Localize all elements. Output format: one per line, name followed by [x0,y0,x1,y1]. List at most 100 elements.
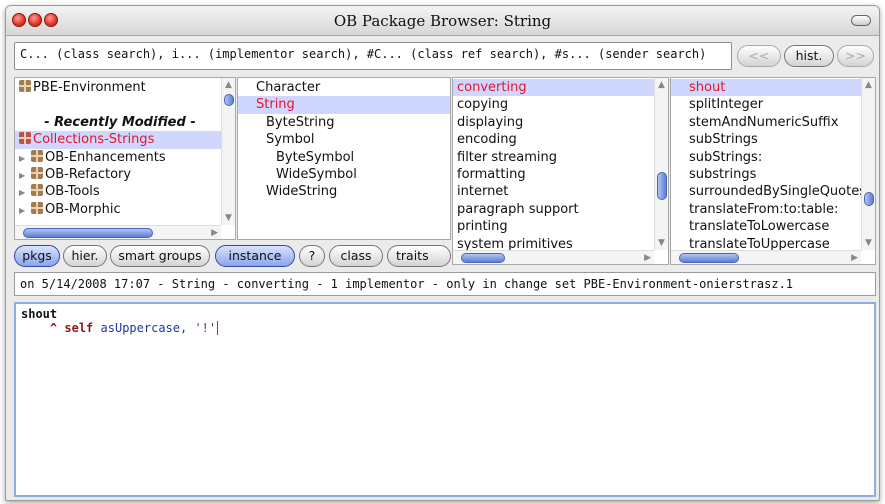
scroll-up-icon[interactable]: ▲ [225,80,232,90]
scroll-thumb[interactable] [23,228,153,238]
list-item[interactable]: Character [238,79,450,96]
package-label: OB-Tools [45,184,100,200]
package-icon [31,201,43,214]
scroll-thumb[interactable] [461,253,505,263]
list-item[interactable]: substrings [671,166,861,183]
instance-button[interactable]: instance [215,245,295,267]
package-vertical-scrollbar[interactable]: ▲ ▼ [221,78,235,225]
list-item-blank [15,96,221,113]
package-icon [31,149,43,162]
history-button[interactable]: hist. [784,45,834,67]
package-horizontal-scrollbar[interactable]: ▶ [15,225,221,239]
scroll-thumb[interactable] [224,94,234,106]
method-horizontal-scrollbar[interactable]: ▶ [671,250,861,264]
list-item[interactable]: formatting [453,166,654,183]
list-item-selected[interactable]: String [238,96,450,114]
list-item-selected[interactable]: shout [671,79,861,97]
list-item[interactable]: surroundedBySingleQuotes [671,183,861,200]
scroll-down-icon[interactable]: ▼ [225,213,232,223]
package-pane[interactable]: PBE-Environment - Recently Modified - Co… [14,77,236,240]
self-keyword: self [64,321,94,335]
package-icon [19,80,31,92]
list-item[interactable]: copying [453,96,654,113]
package-label: OB-Morphic [45,201,121,217]
list-item[interactable]: splitInteger [671,96,861,113]
code-editor[interactable]: shout ^ self asUppercase, '!' [14,302,876,497]
history-back-button[interactable]: << [737,45,781,67]
list-item[interactable]: ByteSymbol [238,149,450,166]
list-item[interactable]: paragraph support [453,201,654,218]
package-icon [31,166,43,179]
list-item[interactable]: encoding [453,131,654,148]
recently-modified-header: - Recently Modified - [44,114,196,130]
list-item[interactable]: WideSymbol [238,166,450,183]
scroll-thumb[interactable] [679,253,739,263]
expand-triangle-icon[interactable]: ▶ [19,167,31,183]
hierarchy-button[interactable]: hier. [63,245,107,267]
scroll-up-icon[interactable]: ▲ [865,80,872,90]
list-item[interactable]: ▶ OB-Refactory [15,166,221,183]
collapse-window-icon[interactable] [851,15,871,26]
list-item[interactable]: ▶ OB-Tools [15,183,221,200]
list-item[interactable]: ▶ OB-Morphic [15,201,221,218]
package-list: PBE-Environment - Recently Modified - Co… [15,79,221,218]
list-item[interactable]: ▶ OB-Enhancements [15,149,221,166]
status-bar: on 5/14/2008 17:07 - String - converting… [14,272,876,296]
list-item[interactable]: Symbol [238,131,450,148]
package-label: PBE-Environment [33,80,146,95]
list-item[interactable]: displaying [453,114,654,131]
scroll-thumb[interactable] [657,172,667,200]
class-pane[interactable]: Character String ByteString Symbol ByteS… [237,77,451,240]
list-item-selected[interactable]: converting [453,79,654,97]
list-item[interactable]: translateToLowercase [671,218,861,235]
list-item[interactable]: filter streaming [453,149,654,166]
string-literal: '!' [194,321,217,335]
title-bar[interactable]: OB Package Browser: String [6,6,879,36]
scroll-up-icon[interactable]: ▲ [658,80,665,90]
scroll-right-icon[interactable]: ▶ [851,253,858,263]
message-send: asUppercase, [100,321,188,335]
return-caret: ^ [49,321,58,335]
expand-triangle-icon[interactable]: ▶ [19,184,31,200]
scroll-right-icon[interactable]: ▶ [211,228,218,238]
scroll-thumb[interactable] [864,192,874,206]
method-body-line: ^ self asUppercase, '!' [21,321,869,335]
list-item[interactable]: printing [453,218,654,235]
list-item[interactable]: subStrings: [671,149,861,166]
list-item[interactable]: WideString [238,183,450,200]
class-side-button[interactable]: class [329,245,383,267]
list-item[interactable]: internet [453,183,654,200]
list-item[interactable]: ByteString [238,114,450,131]
scroll-down-icon[interactable]: ▼ [658,238,665,248]
list-item[interactable]: PBE-Environment [15,79,221,96]
method-selector: shout [21,307,58,321]
protocol-list: converting copying displaying encoding f… [453,79,654,253]
list-item[interactable]: subStrings [671,131,861,148]
list-item[interactable]: stemAndNumericSuffix [671,114,861,131]
package-label: Collections-Strings [33,132,155,148]
protocol-horizontal-scrollbar[interactable]: ▶ [453,250,654,264]
list-item[interactable]: translateFrom:to:table: [671,201,861,218]
scroll-right-icon[interactable]: ▶ [644,253,651,263]
traits-button[interactable]: traits [387,245,451,267]
search-input[interactable]: C... (class search), i... (implementor s… [14,42,732,70]
package-label: OB-Enhancements [45,149,166,165]
expand-triangle-icon[interactable]: ▶ [19,150,31,166]
package-icon [19,132,31,145]
method-pane[interactable]: shout splitInteger stemAndNumericSuffix … [670,77,876,265]
pkgs-button[interactable]: pkgs [14,245,60,267]
method-vertical-scrollbar[interactable]: ▲ ▼ [861,78,875,250]
protocol-vertical-scrollbar[interactable]: ▲ ▼ [654,78,668,250]
history-forward-button[interactable]: >> [837,45,874,67]
scroll-down-icon[interactable]: ▼ [865,238,872,248]
smart-groups-button[interactable]: smart groups [110,245,210,267]
browser-window: OB Package Browser: String C... (class s… [5,5,880,501]
expand-triangle-icon[interactable]: ▶ [19,202,31,218]
list-item-selected[interactable]: Collections-Strings [15,131,221,149]
package-icon [31,184,43,197]
search-row: C... (class search), i... (implementor s… [14,42,874,70]
method-list: shout splitInteger stemAndNumericSuffix … [671,79,861,253]
protocol-pane[interactable]: converting copying displaying encoding f… [452,77,669,265]
help-button[interactable]: ? [299,245,325,267]
package-label: OB-Refactory [45,166,132,182]
